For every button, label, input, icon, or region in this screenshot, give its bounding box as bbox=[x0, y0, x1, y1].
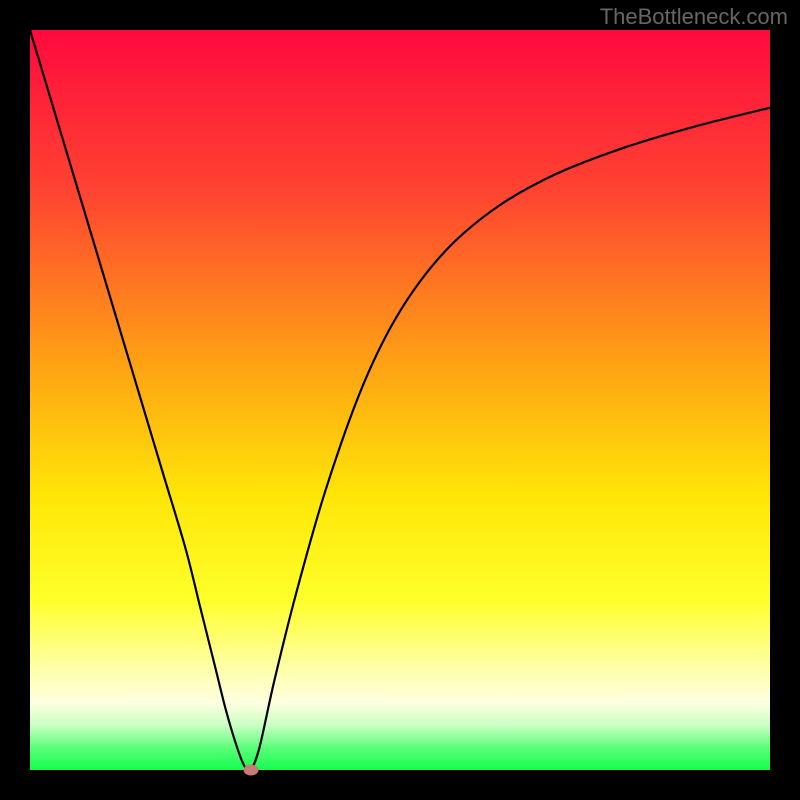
minimum-marker bbox=[243, 765, 258, 776]
plot-area bbox=[30, 30, 770, 770]
watermark-text: TheBottleneck.com bbox=[600, 4, 788, 30]
chart-frame bbox=[30, 30, 770, 770]
bottleneck-curve bbox=[30, 30, 770, 770]
